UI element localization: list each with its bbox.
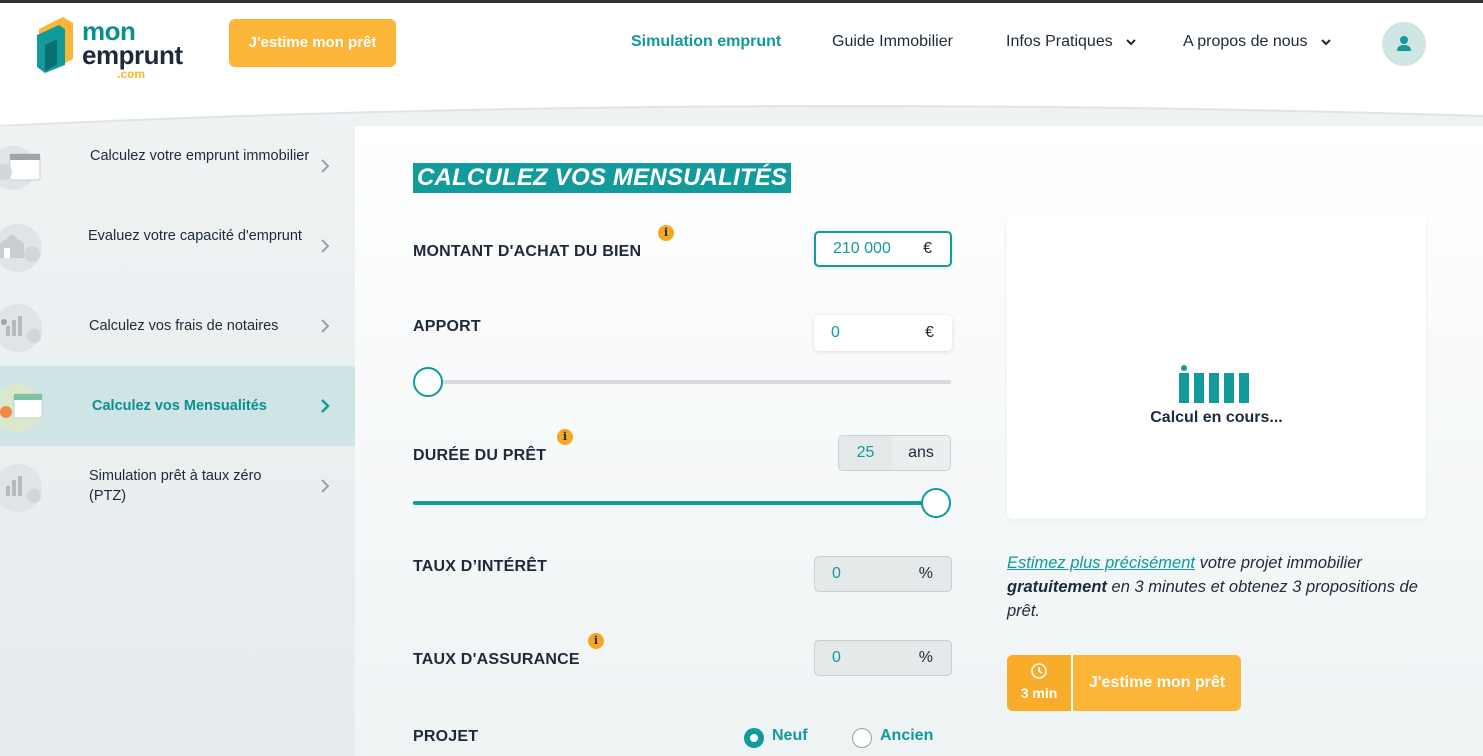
user-account-button[interactable] xyxy=(1382,22,1426,66)
taux-interet-input[interactable]: 0 % xyxy=(814,556,952,592)
cta-label: J'estime mon prêt xyxy=(1088,674,1226,691)
nav-label: Infos Pratiques xyxy=(1006,33,1113,50)
chevron-right-icon xyxy=(321,319,330,333)
projet-label: PROJET xyxy=(413,728,479,745)
page-title: CALCULEZ VOS MENSUALITÉS xyxy=(413,163,792,193)
clock-icon xyxy=(1031,663,1047,679)
sidebar-item-label: Calculez vos frais de notaires xyxy=(89,318,279,334)
logo-line-emprunt: emprunt xyxy=(82,40,183,70)
loading-bars-icon xyxy=(1179,365,1249,403)
sidebar-item-label: Calculez vos Mensualités xyxy=(92,398,267,414)
chart-thumb-icon xyxy=(0,304,42,352)
promo-text-1: votre projet immobilier xyxy=(1195,554,1362,572)
logo-text: mon emprunt xyxy=(82,18,183,70)
nav-simulation-emprunt[interactable]: Simulation emprunt xyxy=(631,33,781,51)
result-card: Calcul en cours... xyxy=(1007,215,1426,519)
percent-unit: % xyxy=(918,565,933,582)
estimate-link[interactable]: Estimez plus précisément xyxy=(1007,554,1195,572)
chevron-down-icon xyxy=(1126,39,1136,46)
chevron-right-icon xyxy=(321,159,330,173)
nav-label: A propos de nous xyxy=(1183,33,1308,50)
estimate-loan-button-bottom[interactable]: 3 min J'estime mon prêt xyxy=(1007,655,1241,711)
duree-slider-thumb[interactable] xyxy=(921,488,951,518)
estimate-loan-button[interactable]: J'estime mon prêt xyxy=(229,19,396,67)
radio-label: Ancien xyxy=(880,727,934,744)
sidebar-item-calcul-emprunt[interactable]: Calculez votre emprunt immobilier xyxy=(0,126,355,206)
apport-input[interactable]: 0 € xyxy=(814,315,952,351)
sidebar-item-ptz[interactable]: Simulation prêt à taux zéro (PTZ) xyxy=(0,446,355,526)
chevron-right-icon xyxy=(321,239,330,253)
user-icon xyxy=(1397,36,1411,51)
radio-label: Neuf xyxy=(772,727,808,744)
info-icon[interactable]: i xyxy=(588,633,604,649)
duree-slider-fill xyxy=(413,501,951,505)
sidebar-item-capacite-emprunt[interactable]: Evaluez votre capacité d'emprunt xyxy=(0,206,355,286)
logo-line-com: .com xyxy=(117,67,146,81)
nav-guide-immobilier[interactable]: Guide Immobilier xyxy=(832,33,953,51)
apport-slider-thumb[interactable] xyxy=(413,367,443,397)
nav-infos-pratiques[interactable]: Infos Pratiques xyxy=(1006,33,1137,51)
duree-label: DURÉE DU PRÊT xyxy=(413,447,547,464)
loading-text: Calcul en cours... xyxy=(1150,409,1283,426)
nav-label: Simulation emprunt xyxy=(631,33,782,50)
chevron-right-icon xyxy=(321,479,330,493)
percent-unit: % xyxy=(918,649,933,666)
radio-unselected-icon xyxy=(852,728,872,748)
duree-input[interactable]: 25 ans xyxy=(838,435,951,471)
nav-label: Guide Immobilier xyxy=(832,33,953,50)
logo[interactable]: mon emprunt .com xyxy=(35,15,205,81)
duree-slider[interactable] xyxy=(413,488,951,518)
taux-assurance-input[interactable]: 0 % xyxy=(814,640,952,676)
euro-unit: € xyxy=(925,324,934,341)
sidebar: Calculez votre emprunt immobilier Evalue… xyxy=(0,126,355,756)
cta-time-label: 3 min xyxy=(1020,685,1058,701)
info-icon[interactable]: i xyxy=(557,429,573,445)
cta-time: 3 min xyxy=(1007,655,1071,711)
chevron-down-icon xyxy=(1321,39,1331,46)
sidebar-item-frais-notaires[interactable]: Calculez vos frais de notaires xyxy=(0,286,355,366)
duree-unit: ans xyxy=(892,436,950,470)
nav-a-propos[interactable]: A propos de nous xyxy=(1183,33,1332,51)
house-thumb-icon xyxy=(0,224,42,272)
chart-thumb-icon xyxy=(0,464,42,512)
promo-text: Estimez plus précisément votre projet im… xyxy=(1007,551,1427,623)
logo-icon xyxy=(37,17,73,73)
calendar-thumb-icon xyxy=(0,146,41,190)
chevron-right-icon xyxy=(321,399,330,413)
sidebar-item-label: Simulation prêt à taux zéro (PTZ) xyxy=(89,468,262,504)
montant-label: MONTANT D'ACHAT DU BIEN xyxy=(413,243,642,260)
montant-value: 210 000 xyxy=(833,240,891,257)
apport-value: 0 xyxy=(831,324,840,341)
duree-value: 25 xyxy=(839,436,892,470)
promo-bold: gratuitement xyxy=(1007,578,1107,596)
apport-label: APPORT xyxy=(413,318,481,335)
sidebar-item-mensualites[interactable]: Calculez vos Mensualités xyxy=(0,366,355,446)
montant-input[interactable]: 210 000 € xyxy=(814,231,952,267)
euro-unit: € xyxy=(923,240,932,257)
taux-interet-value: 0 xyxy=(832,565,841,582)
taux-interet-label: TAUX D’INTÉRÊT xyxy=(413,558,548,575)
taux-assurance-label: TAUX D'ASSURANCE xyxy=(413,651,580,668)
apport-slider[interactable] xyxy=(413,367,951,397)
calendar-thumb-icon xyxy=(0,384,43,432)
taux-assurance-value: 0 xyxy=(832,649,841,666)
radio-selected-icon xyxy=(744,728,764,748)
sidebar-item-label: Evaluez votre capacité d'emprunt xyxy=(88,228,302,244)
info-icon[interactable]: i xyxy=(658,225,674,241)
sidebar-item-label: Calculez votre emprunt immobilier xyxy=(90,148,310,164)
